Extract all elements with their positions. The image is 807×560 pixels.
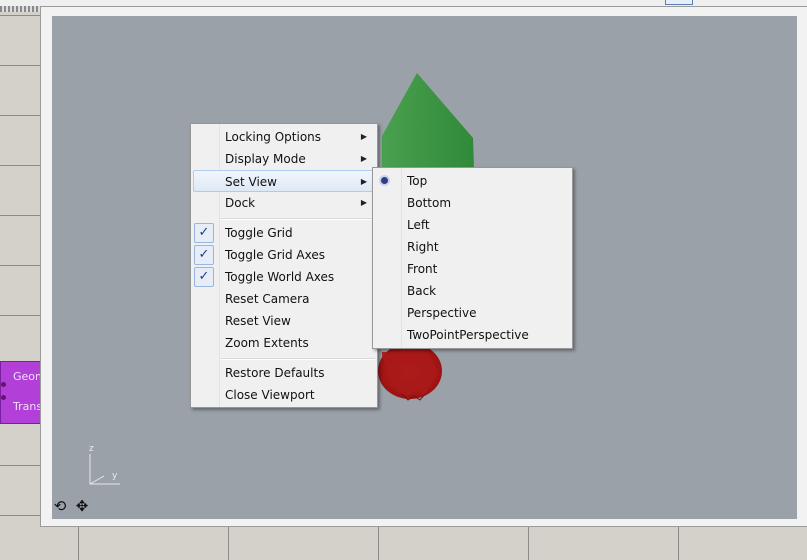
menu-item-view-front[interactable]: Front [375, 258, 570, 280]
menu-item-label: Top [407, 174, 428, 188]
y-axis-label: y [112, 471, 118, 481]
red-geometry [378, 343, 442, 401]
menu-item-view-perspective[interactable]: Perspective [375, 302, 570, 324]
input-grip[interactable] [1, 382, 6, 387]
viewport-context-menu: Locking Options ▶ Display Mode ▶ Set Vie… [190, 123, 378, 408]
rotate-icon[interactable]: ⟲ [52, 498, 68, 514]
pan-icon[interactable]: ✥ [74, 498, 90, 514]
axes-gizmo [89, 454, 120, 485]
menu-item-label: Restore Defaults [225, 366, 325, 380]
submenu-arrow-icon: ▶ [360, 132, 367, 141]
menu-item-label: Display Mode [225, 152, 306, 166]
menu-item-label: Locking Options [225, 130, 322, 144]
input-grip[interactable] [1, 395, 6, 400]
menu-item-reset-view[interactable]: Reset View [193, 310, 375, 332]
canvas-ruler [0, 6, 40, 12]
menu-item-label: Left [407, 218, 430, 232]
component-node[interactable]: Geom Trans [0, 361, 46, 424]
menu-item-view-right[interactable]: Right [375, 236, 570, 258]
menu-item-label: Back [407, 284, 437, 298]
checkmark-icon: ✓ [194, 245, 214, 265]
menu-item-toggle-world-axes[interactable]: ✓ Toggle World Axes [193, 266, 375, 288]
menu-item-view-left[interactable]: Left [375, 214, 570, 236]
menu-item-label: Toggle Grid Axes [225, 248, 325, 262]
menu-item-label: TwoPointPerspective [407, 328, 529, 342]
z-axis-label: z [89, 444, 94, 454]
menu-item-zoom-extents[interactable]: Zoom Extents [193, 332, 375, 354]
submenu-arrow-icon: ▶ [360, 154, 367, 163]
menu-item-display-mode[interactable]: Display Mode ▶ [193, 148, 375, 170]
component-output-label: Trans [13, 400, 43, 413]
menu-item-label: Front [407, 262, 438, 276]
submenu-arrow-icon: ▶ [360, 198, 367, 207]
menu-item-restore-defaults[interactable]: Restore Defaults [193, 362, 375, 384]
menu-item-set-view[interactable]: Set View ▶ [193, 170, 375, 192]
radio-dot-icon [381, 177, 388, 184]
checkmark-icon: ✓ [194, 223, 214, 243]
menu-item-label: Reset Camera [225, 292, 310, 306]
submenu-arrow-icon: ▶ [360, 177, 367, 186]
menu-item-label: Reset View [225, 314, 291, 328]
menu-item-toggle-grid-axes[interactable]: ✓ Toggle Grid Axes [193, 244, 375, 266]
menu-item-label: Zoom Extents [225, 336, 309, 350]
menu-item-reset-camera[interactable]: Reset Camera [193, 288, 375, 310]
menu-item-view-top[interactable]: Top [375, 170, 570, 192]
menu-item-label: Perspective [407, 306, 477, 320]
menu-item-locking-options[interactable]: Locking Options ▶ [193, 126, 375, 148]
menu-item-label: Right [407, 240, 439, 254]
menu-item-label: Dock [225, 196, 256, 210]
menu-item-label: Bottom [407, 196, 452, 210]
menu-item-view-back[interactable]: Back [375, 280, 570, 302]
top-toolbar-button[interactable] [665, 0, 693, 5]
menu-item-label: Toggle World Axes [225, 270, 335, 284]
menu-separator [221, 358, 375, 360]
menu-separator [221, 218, 375, 220]
menu-item-close-viewport[interactable]: Close Viewport [193, 384, 375, 406]
menu-item-label: Close Viewport [225, 388, 315, 402]
menu-item-toggle-grid[interactable]: ✓ Toggle Grid [193, 222, 375, 244]
green-geometry [382, 73, 474, 168]
set-view-submenu: Top Bottom Left Right Front Back Perspec… [372, 167, 573, 349]
menu-item-view-bottom[interactable]: Bottom [375, 192, 570, 214]
checkmark-icon: ✓ [194, 267, 214, 287]
menu-item-label: Toggle Grid [225, 226, 293, 240]
menu-item-dock[interactable]: Dock ▶ [193, 192, 375, 214]
viewport-nav-icons: ⟲ ✥ [52, 498, 90, 514]
menu-item-label: Set View [225, 175, 277, 189]
menu-item-view-two-point-perspective[interactable]: TwoPointPerspective [375, 324, 570, 346]
